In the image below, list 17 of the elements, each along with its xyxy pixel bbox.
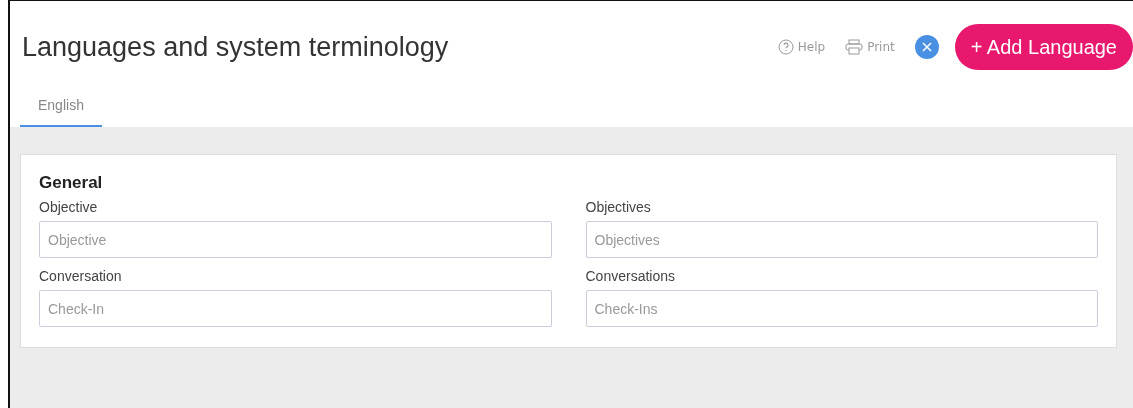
close-button[interactable]: [914, 35, 939, 59]
print-link[interactable]: Print: [845, 39, 895, 55]
field-label: Conversation: [39, 268, 123, 284]
text-field[interactable]: Objectives: [585, 221, 1098, 258]
help-link[interactable]: Help: [777, 39, 826, 55]
text-field[interactable]: Check-Ins: [585, 290, 1098, 327]
field-label: Objectives: [585, 199, 652, 215]
page-title: Languages and system terminology: [22, 31, 450, 63]
text-field[interactable]: Check-In: [39, 290, 552, 327]
field-label: Conversations: [585, 268, 676, 284]
text-field[interactable]: Objective: [39, 221, 552, 258]
printer-icon: [845, 39, 864, 55]
field-label: Objective: [39, 199, 99, 215]
close-icon: [921, 42, 932, 52]
help-icon: [777, 39, 794, 55]
add-language-button[interactable]: + Add Language: [954, 24, 1133, 70]
section-title: General: [39, 173, 104, 193]
